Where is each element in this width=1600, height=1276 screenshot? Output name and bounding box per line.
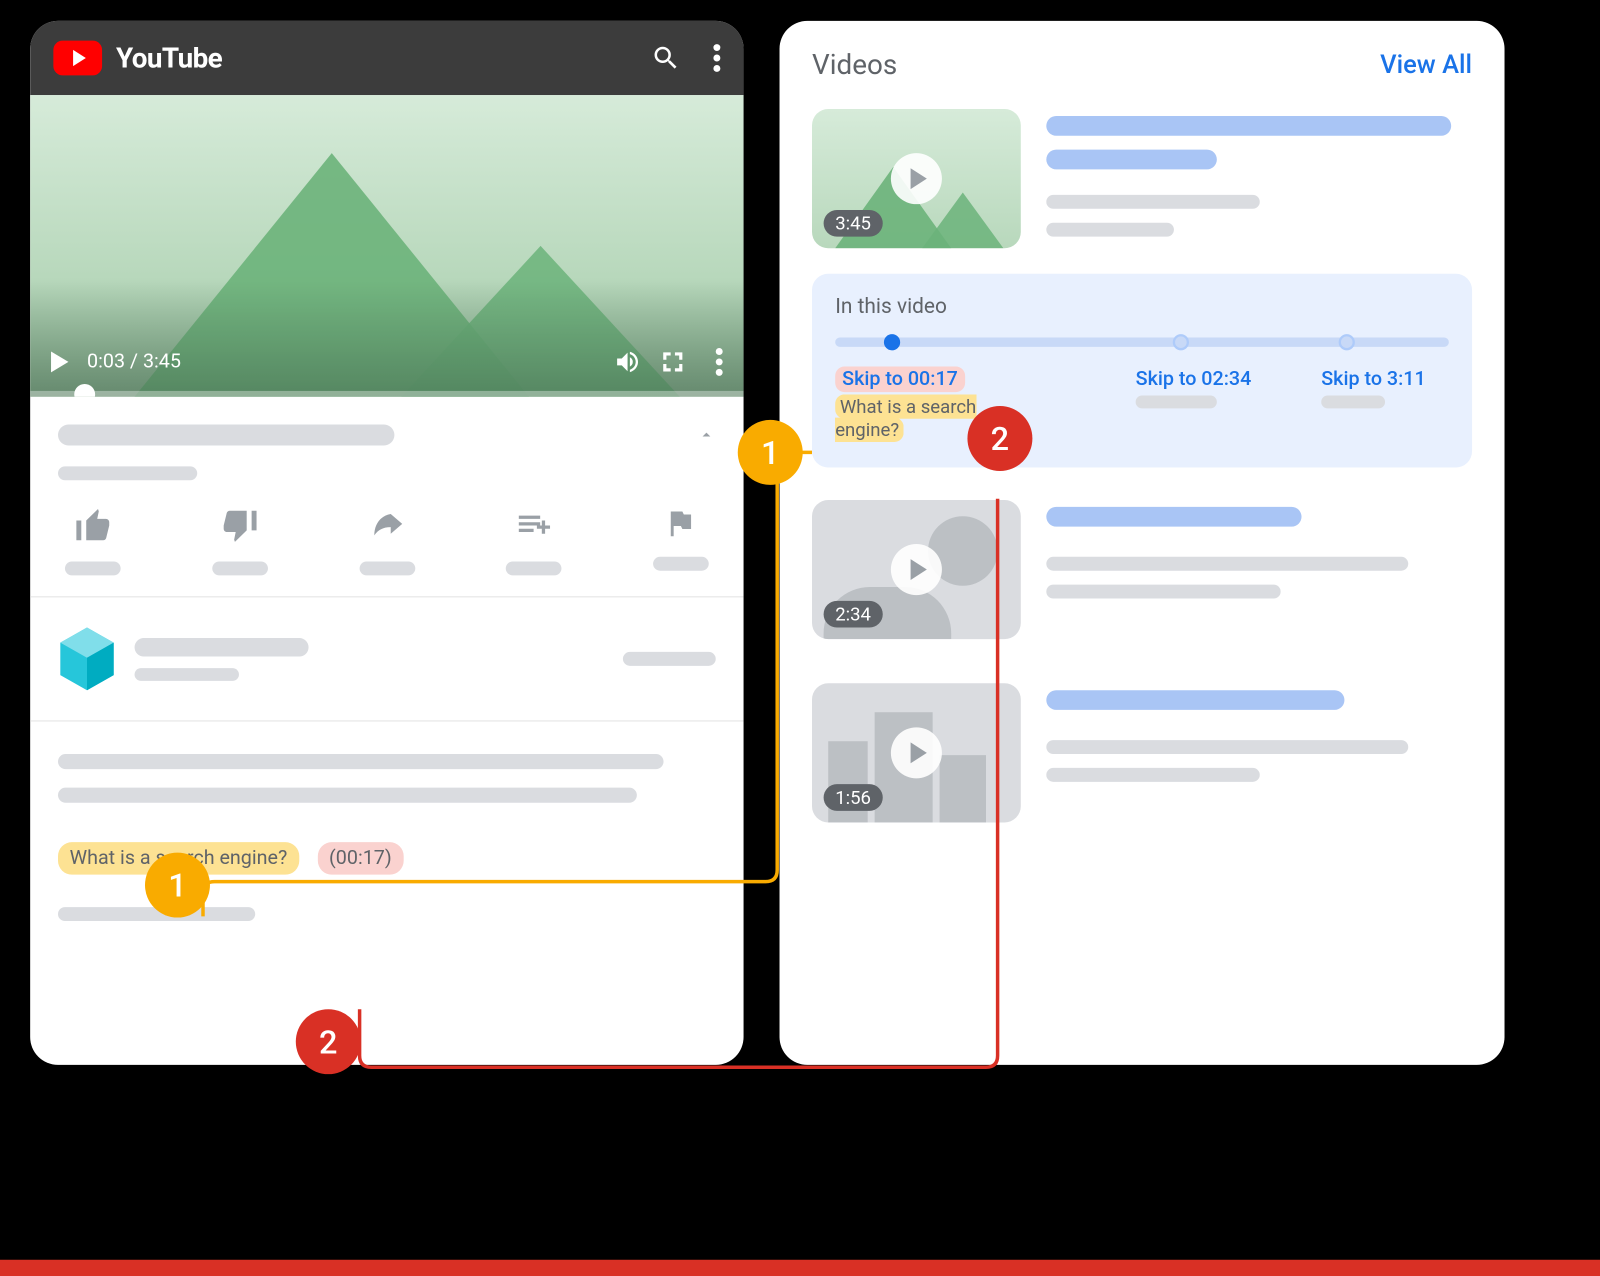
- player-controls: 0:03 / 3:45: [30, 348, 743, 376]
- caret-up-icon[interactable]: [697, 426, 716, 445]
- volume-icon[interactable]: [614, 348, 642, 376]
- annotation-badge-2: 2: [296, 1009, 361, 1074]
- play-icon: [891, 153, 942, 204]
- like-button[interactable]: [65, 506, 121, 576]
- search-icon[interactable]: [651, 43, 681, 73]
- time-display: 0:03 / 3:45: [87, 350, 181, 373]
- youtube-logo-icon: [53, 41, 102, 76]
- title-skeleton: [58, 425, 394, 446]
- annotation-badge-1: 1: [738, 420, 803, 485]
- chapter-timestamp-chip[interactable]: (00:17): [317, 842, 403, 874]
- video-thumbnail[interactable]: 1:56: [812, 683, 1021, 822]
- skip-link[interactable]: Skip to 00:17: [835, 367, 965, 393]
- key-moment[interactable]: Skip to 02:34: [1136, 368, 1275, 442]
- key-moments-heading: In this video: [835, 295, 1449, 319]
- video-result[interactable]: 2:34: [780, 488, 1505, 650]
- video-result[interactable]: 3:45: [780, 97, 1505, 262]
- play-icon[interactable]: [51, 351, 68, 372]
- view-all-link[interactable]: View All: [1380, 50, 1472, 79]
- fullscreen-icon[interactable]: [660, 349, 686, 375]
- subtitle-skeleton: [58, 466, 197, 480]
- videos-heading: Videos: [812, 49, 897, 81]
- key-moments-card: In this video Skip to 00:17 What is a se…: [812, 274, 1472, 468]
- video-meta: [30, 397, 743, 481]
- skip-link: Skip to 3:11: [1321, 368, 1449, 391]
- skip-link: Skip to 02:34: [1136, 368, 1275, 391]
- duration-badge: 3:45: [824, 210, 883, 237]
- search-results-panel: Videos View All 3:45 In this video: [780, 21, 1505, 1065]
- video-result[interactable]: 1:56: [780, 672, 1505, 834]
- dislike-button[interactable]: [212, 506, 268, 576]
- description: What is a search engine? (00:17): [30, 722, 743, 922]
- channel-row[interactable]: [30, 597, 743, 721]
- save-button[interactable]: [506, 506, 562, 576]
- annotation-badge-1: 1: [145, 853, 210, 918]
- subscribe-skeleton[interactable]: [623, 652, 716, 666]
- duration-badge: 1:56: [824, 784, 883, 811]
- play-icon: [891, 727, 942, 778]
- annotation-badge-2: 2: [967, 406, 1032, 471]
- youtube-logo-text: YouTube: [116, 42, 222, 74]
- key-moment[interactable]: Skip to 3:11: [1321, 368, 1449, 442]
- duration-badge: 2:34: [824, 601, 883, 628]
- channel-avatar-icon: [58, 625, 116, 692]
- flag-button[interactable]: [653, 506, 709, 576]
- player-more-icon[interactable]: [716, 348, 723, 376]
- channel-sub-skeleton: [135, 668, 239, 681]
- play-icon: [891, 544, 942, 595]
- action-bar: [30, 480, 743, 597]
- video-thumbnail[interactable]: 2:34: [812, 500, 1021, 639]
- moment-title: What is a search engine?: [835, 394, 976, 442]
- youtube-header: YouTube: [30, 21, 743, 95]
- menu-icon[interactable]: [713, 44, 720, 72]
- footer-accent-bar: [0, 1260, 1600, 1276]
- progress-bar[interactable]: [30, 391, 743, 397]
- youtube-panel: YouTube 0:03 / 3:45: [30, 21, 743, 1065]
- key-moment[interactable]: Skip to 00:17 What is a search engine?: [835, 368, 986, 442]
- moments-timeline[interactable]: [835, 338, 1449, 347]
- share-button[interactable]: [359, 506, 415, 576]
- video-player[interactable]: 0:03 / 3:45: [30, 95, 743, 397]
- channel-name-skeleton: [135, 637, 309, 656]
- video-thumbnail[interactable]: 3:45: [812, 109, 1021, 248]
